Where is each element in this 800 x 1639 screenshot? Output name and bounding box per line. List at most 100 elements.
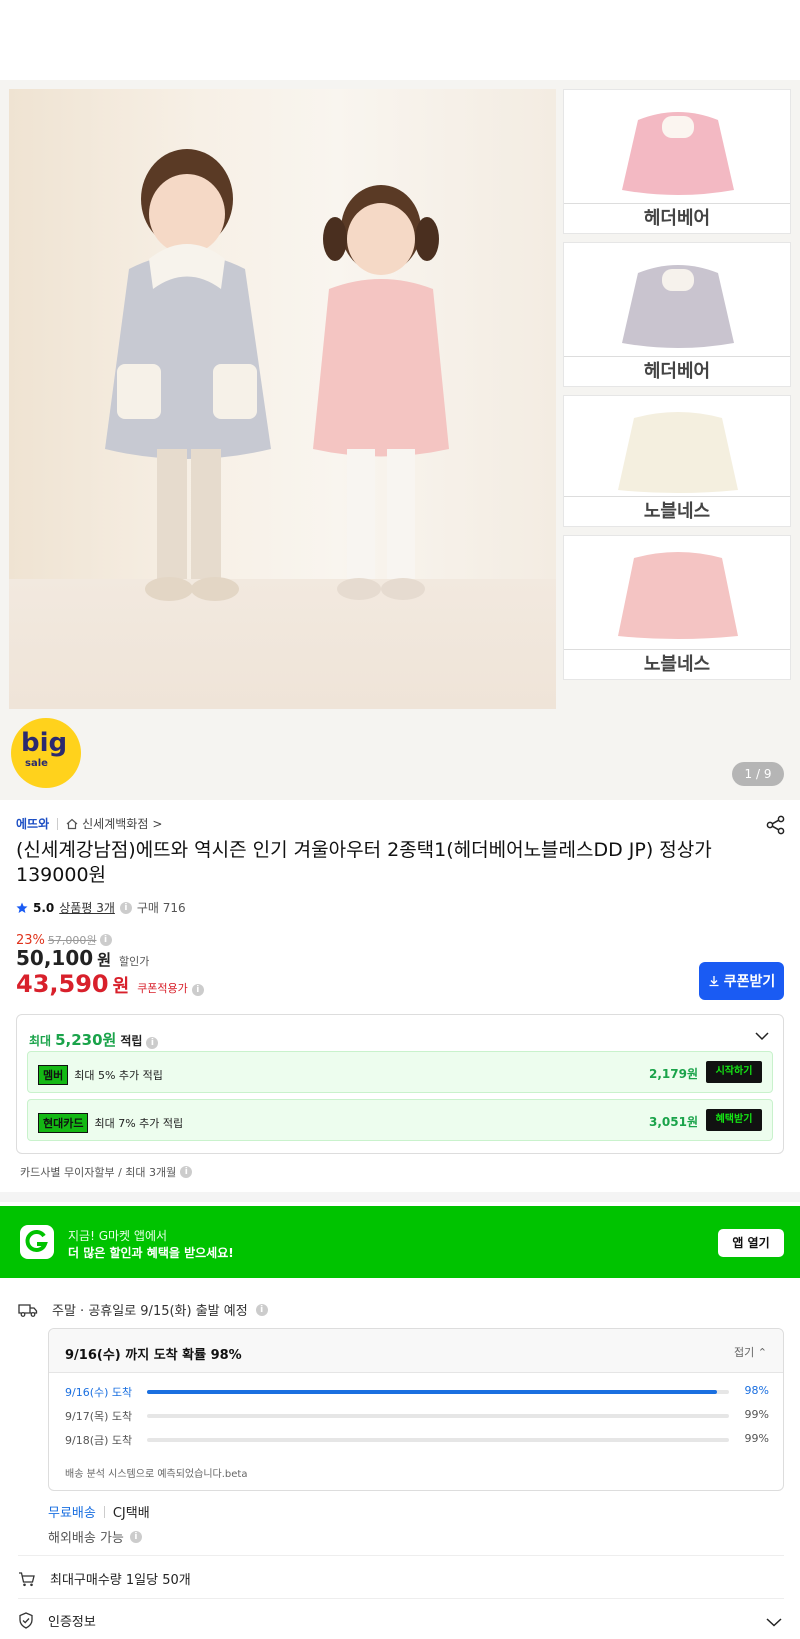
- coupon-price: 43,590: [16, 970, 109, 998]
- arrival-estimate-header: 9/16(수) 까지 도착 확률 98% 접기 ⌃: [49, 1329, 783, 1373]
- big-sale-badge: big sale: [11, 718, 81, 788]
- sale-price-tag: 할인가: [119, 955, 150, 968]
- info-icon[interactable]: i: [146, 1037, 159, 1049]
- sale-price: 50,100: [16, 946, 94, 970]
- coupon-price-row: 43,590 원 쿠폰적용가 i: [16, 970, 204, 998]
- thumbnail-label: 헤더베어: [564, 356, 790, 386]
- badge-big-text: big: [21, 728, 68, 758]
- info-icon[interactable]: i: [99, 934, 112, 946]
- installment-text: 카드사별 무이자할부 / 최대 3개월: [20, 1166, 177, 1179]
- brand-link[interactable]: 에뜨와: [16, 815, 49, 832]
- store-name: 신세계백화점: [82, 817, 149, 831]
- thumbnail-3[interactable]: 노블네스: [563, 395, 791, 527]
- banner-line-1: 지금! G마켓 앱에서: [68, 1229, 168, 1243]
- children-photo-illustration: [105, 149, 449, 601]
- open-app-button[interactable]: 앱 열기: [718, 1229, 784, 1257]
- points-panel: 최대 5,230원 적립 i 멤버 최대 5% 추가 적립 2,179원 시작하…: [16, 1014, 784, 1154]
- arrival-date: 9/16(수) 도착: [65, 1386, 133, 1399]
- arrival-percent: 99%: [744, 1432, 769, 1445]
- card-chip: 현대카드: [38, 1113, 89, 1133]
- thumbnail-label: 노블네스: [564, 496, 790, 526]
- member-points-label: 멤버 최대 5% 추가 적립: [38, 1065, 163, 1085]
- coupon-button-label: 쿠폰받기: [723, 974, 776, 990]
- product-gallery[interactable]: 헤더베어 헤더베어 노블네스 노블네스 big sale 1 / 9: [0, 80, 800, 800]
- jacket-thumbnail-image: [618, 552, 738, 639]
- arrival-progress-bar: [147, 1438, 729, 1442]
- banner-line-2: 더 많은 할인과 혜택을 받으세요!: [68, 1246, 234, 1260]
- row-divider: [18, 1555, 784, 1556]
- certification-row[interactable]: 인증정보: [18, 1611, 96, 1630]
- sale-price-unit: 원: [97, 951, 111, 969]
- arrival-date: 9/18(금) 도착: [65, 1434, 133, 1447]
- thumbnail-1[interactable]: 헤더베어: [563, 89, 791, 234]
- max-purchase-row: 최대구매수량 1일당 50개: [18, 1569, 191, 1588]
- arrival-estimate-panel: 9/16(수) 까지 도착 확률 98% 접기 ⌃ 9/16(수) 도착 98%…: [48, 1328, 784, 1491]
- thumbnail-4[interactable]: 노블네스: [563, 535, 791, 680]
- section-divider: [0, 1192, 800, 1202]
- coupon-price-unit: 원: [112, 976, 130, 997]
- product-title: (신세계강남점)에뜨와 역시즌 인기 겨울아우터 2종택1(헤더베어노블레스DD…: [16, 839, 712, 886]
- shield-check-icon: [19, 1612, 33, 1629]
- sale-price-row: 50,100 원 할인가: [16, 946, 149, 970]
- arrival-progress-bar: [147, 1414, 729, 1418]
- info-icon[interactable]: i: [129, 1530, 142, 1543]
- share-icon[interactable]: [765, 814, 787, 836]
- app-promo-banner[interactable]: 지금! G마켓 앱에서 더 많은 할인과 혜택을 받으세요! 앱 열기: [0, 1206, 800, 1278]
- chevron-right-icon: >: [152, 816, 163, 831]
- breadcrumb-divider: [57, 817, 59, 830]
- arrival-date: 9/17(목) 도착: [65, 1410, 133, 1423]
- info-icon[interactable]: i: [191, 984, 204, 996]
- fold-label: 접기: [734, 1346, 755, 1359]
- store-link[interactable]: 신세계백화점 >: [66, 815, 162, 832]
- arrival-percent: 98%: [744, 1384, 769, 1397]
- shipping-header: 주말 · 공휴일로 9/15(화) 출발 예정 i: [18, 1300, 268, 1319]
- prediction-note: 배송 분석 시스템으로 예측되었습니다.beta: [65, 1469, 248, 1480]
- certification-label: 인증정보: [48, 1615, 96, 1630]
- arrival-row: 9/17(목) 도착 99%: [65, 1407, 769, 1423]
- member-chip: 멤버: [38, 1065, 69, 1085]
- gmarket-logo-icon: [20, 1225, 54, 1259]
- overseas-shipping: 해외배송 가능 i: [48, 1527, 142, 1546]
- reviews-link[interactable]: 상품평 3개: [59, 899, 115, 916]
- jacket-thumbnail-image: [618, 412, 738, 493]
- purchase-count: 구매 716: [136, 901, 186, 915]
- rating-score: 5.0: [33, 900, 55, 915]
- arrival-percent: 99%: [744, 1408, 769, 1421]
- shipping-method: 무료배송 CJ택배: [48, 1502, 150, 1521]
- free-shipping: 무료배송: [48, 1506, 96, 1521]
- thumbnail-2[interactable]: 헤더베어: [563, 242, 791, 387]
- arrival-row: 9/16(수) 도착 98%: [65, 1383, 769, 1399]
- badge-sale-text: sale: [25, 758, 48, 769]
- points-amount: 5,230원: [55, 1031, 117, 1049]
- chevron-down-icon[interactable]: [766, 1617, 782, 1627]
- breadcrumb: 에뜨와 신세계백화점 >: [16, 815, 162, 832]
- member-points-row: 멤버 최대 5% 추가 적립 2,179원 시작하기: [27, 1051, 773, 1093]
- member-points-value: 2,179원: [649, 1067, 698, 1081]
- overseas-text: 해외배송 가능: [48, 1531, 124, 1546]
- shipping-departure: 주말 · 공휴일로 9/15(화) 출발 예정: [52, 1304, 248, 1319]
- rating-row: 5.0 상품평 3개 i 구매 716: [16, 899, 186, 916]
- points-header[interactable]: 최대 5,230원 적립 i: [29, 1029, 159, 1050]
- info-icon[interactable]: i: [180, 1166, 193, 1178]
- coupon-download-button[interactable]: 쿠폰받기: [699, 962, 784, 1000]
- fold-button[interactable]: 접기 ⌃: [734, 1344, 767, 1360]
- row-divider: [18, 1598, 784, 1599]
- chevron-down-icon[interactable]: [755, 1031, 769, 1041]
- arrival-progress-bar: [147, 1390, 729, 1394]
- jacket-thumbnail-image: [622, 265, 734, 348]
- card-points-text: 최대 7% 추가 적립: [94, 1117, 184, 1130]
- arrival-progress-fill: [147, 1390, 718, 1394]
- max-purchase-text: 최대구매수량 1일당 50개: [50, 1573, 191, 1588]
- start-member-button[interactable]: 시작하기: [706, 1061, 762, 1083]
- get-benefit-button[interactable]: 혜택받기: [706, 1109, 762, 1131]
- truck-icon: [18, 1303, 38, 1317]
- points-suffix: 적립: [120, 1034, 143, 1048]
- main-product-photo[interactable]: [9, 89, 556, 709]
- card-points-row: 현대카드 최대 7% 추가 적립 3,051원 혜택받기: [27, 1099, 773, 1141]
- info-icon[interactable]: i: [119, 901, 132, 914]
- slide-counter: 1 / 9: [732, 762, 784, 786]
- thumbnail-label: 노블네스: [564, 649, 790, 679]
- carrier-name: CJ택배: [112, 1506, 150, 1521]
- arrival-probability: 9/16(수) 까지 도착 확률 98%: [65, 1348, 242, 1363]
- info-icon[interactable]: i: [255, 1303, 268, 1316]
